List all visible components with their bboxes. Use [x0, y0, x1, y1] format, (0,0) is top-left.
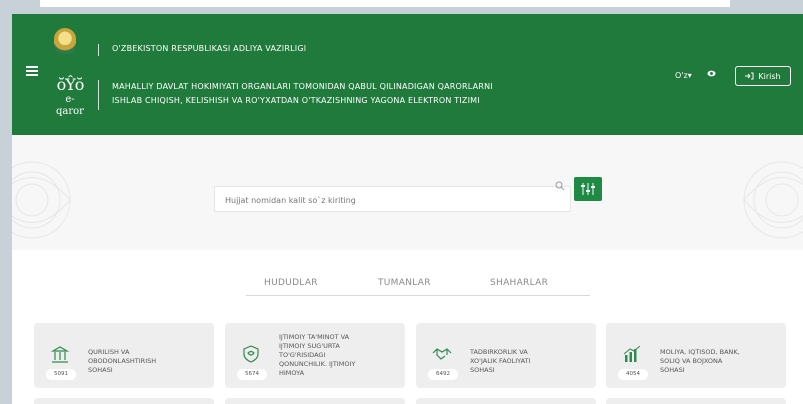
state-emblem-icon: [54, 28, 76, 54]
card-title-line: SOHASI: [660, 366, 685, 374]
card-title-line: TO'G'RISIDAGI: [279, 351, 326, 359]
system-title-line1: MAHALLIY DAVLAT HOKIMIYATI ORGANLARI TOM…: [112, 82, 493, 91]
visibility-eye-icon[interactable]: [707, 69, 716, 78]
search-hero: [12, 135, 803, 250]
browser-top-strip: [0, 0, 803, 14]
tab-shaharlar[interactable]: SHAHARLAR: [490, 278, 548, 288]
card-title-line: SOLIQ VA BOJXONA: [660, 357, 723, 365]
card-title: TADBIRKORLIK VA XO'JALIK FAOLIYATI SOHAS…: [470, 348, 530, 375]
card-title-line: QURILISH VA: [88, 348, 130, 356]
left-ornament-icon: [12, 161, 71, 239]
category-card-partial[interactable]: [34, 398, 214, 404]
handshake-icon: [432, 348, 452, 360]
language-selector[interactable]: O'z▾: [675, 71, 692, 80]
card-count: 4054: [618, 369, 648, 380]
chevron-down-icon: ▾: [687, 71, 692, 80]
card-title-line: HIMOYA: [279, 369, 305, 377]
tab-hududlar[interactable]: HUDUDLAR: [264, 278, 318, 288]
category-card-partial[interactable]: [606, 398, 786, 404]
tab-tumanlar[interactable]: TUMANLAR: [378, 278, 431, 288]
building-icon: [50, 346, 70, 363]
filter-button[interactable]: [574, 177, 602, 201]
card-title-line: IJTIMOIY SUG'URTA: [279, 342, 340, 350]
card-title-line: TADBIRKORLIK VA: [470, 348, 528, 356]
card-title-line: SOHASI: [88, 366, 113, 374]
filter-sliders-icon: [581, 183, 595, 195]
system-title-line2: ISHLAB CHIQISH, KELISHISH VA RO'YXATDAN …: [112, 96, 480, 105]
card-title: IJTIMOIY TA'MINOT VA IJTIMOIY SUG'URTA T…: [279, 333, 355, 378]
system-title: MAHALLIY DAVLAT HOKIMIYATI ORGANLARI TOM…: [112, 80, 632, 108]
category-card[interactable]: 5674 IJTIMOIY TA'MINOT VA IJTIMOIY SUG'U…: [225, 323, 405, 388]
search-icon[interactable]: [555, 181, 565, 191]
card-title-line: MOLIYA, IQTISOD, BANK,: [660, 348, 740, 356]
region-tabs: HUDUDLAR TUMANLAR SHAHARLAR: [246, 272, 590, 296]
login-label: Kirish: [758, 71, 781, 81]
card-title: MOLIYA, IQTISOD, BANK, SOLIQ VA BOJXONA …: [660, 348, 740, 375]
eqaror-logo[interactable]: ŏŶŏ e-qaror: [52, 76, 88, 118]
login-arrow-icon: [745, 72, 754, 80]
search-box: [214, 186, 571, 212]
card-title-line: SOHASI: [470, 366, 495, 374]
card-title: QURILISH VA OBODONLASHTIRISH SOHASI: [88, 348, 156, 375]
language-label: O'z: [675, 71, 688, 80]
card-count: 5091: [46, 369, 76, 380]
category-card-partial[interactable]: [225, 398, 405, 404]
category-card[interactable]: 4054 MOLIYA, IQTISOD, BANK, SOLIQ VA BOJ…: [606, 323, 786, 388]
shield-heart-icon: [243, 345, 259, 363]
right-ornament-icon: [743, 161, 803, 239]
card-title-line: QONUNCHILIK. IJTIMOIY: [279, 360, 356, 368]
card-count: 5674: [237, 369, 267, 380]
site-header: O'ZBEKISTON RESPUBLIKASI ADLIYA VAZIRLIG…: [12, 14, 803, 135]
menu-icon[interactable]: [26, 66, 38, 76]
search-input[interactable]: [225, 193, 525, 207]
header-divider: [98, 44, 99, 56]
category-card-partial[interactable]: [416, 398, 596, 404]
finance-chart-icon: [623, 345, 641, 362]
card-title-line: OBODONLASHTIRISH: [88, 357, 157, 365]
category-card[interactable]: 6492 TADBIRKORLIK VA XO'JALIK FAOLIYATI …: [416, 323, 596, 388]
login-button[interactable]: Kirish: [735, 66, 791, 86]
header-divider: [98, 80, 99, 110]
category-card[interactable]: 5091 QURILISH VA OBODONLASHTIRISH SOHASI: [34, 323, 214, 388]
card-title-line: IJTIMOIY TA'MINOT VA: [279, 333, 350, 341]
card-count: 6492: [428, 369, 458, 380]
ministry-title: O'ZBEKISTON RESPUBLIKASI ADLIYA VAZIRLIG…: [112, 44, 307, 53]
page-frame: O'ZBEKISTON RESPUBLIKASI ADLIYA VAZIRLIG…: [12, 14, 803, 404]
card-title-line: XO'JALIK FAOLIYATI: [470, 357, 531, 365]
logo-word: e-qaror: [56, 94, 84, 117]
